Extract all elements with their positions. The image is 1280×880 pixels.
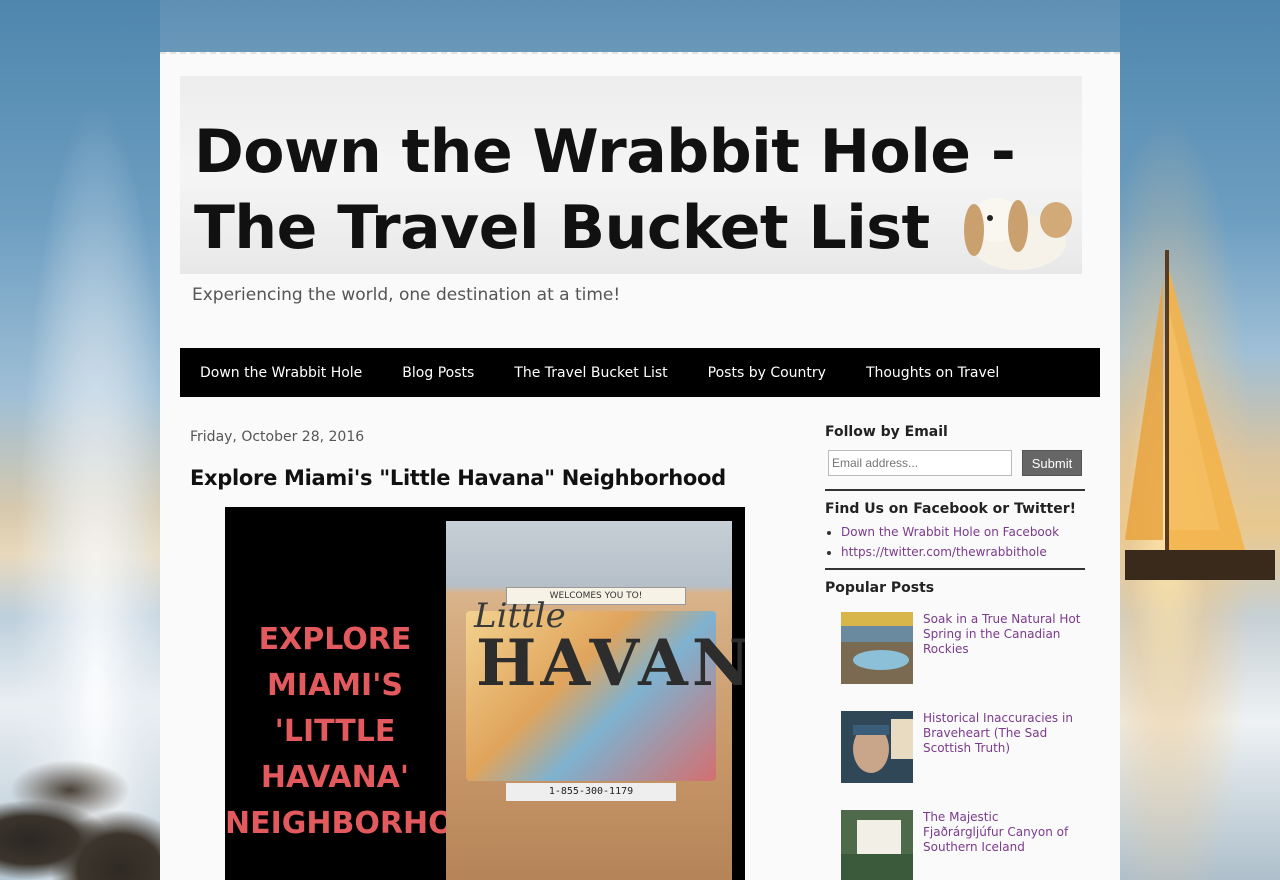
divider xyxy=(825,568,1085,570)
social-links-list: Down the Wrabbit Hole on Facebook https:… xyxy=(825,525,1085,559)
popular-post-link[interactable]: The Majestic Fjaðrárgljúfur Canyon of So… xyxy=(923,810,1081,880)
header-banner: Down the Wrabbit Hole - The Travel Bucke… xyxy=(180,76,1082,274)
nav-item-bucket-list[interactable]: The Travel Bucket List xyxy=(514,365,667,381)
nav-item-thoughts-on-travel[interactable]: Thoughts on Travel xyxy=(866,365,999,381)
social-title: Find Us on Facebook or Twitter! xyxy=(825,501,1076,517)
blog-title-line1: Down the Wrabbit Hole - xyxy=(194,117,1016,187)
list-item: https://twitter.com/thewrabbithole xyxy=(841,545,1085,559)
submit-button[interactable]: Submit xyxy=(1022,450,1082,476)
email-subscribe-form: Submit xyxy=(828,450,1085,476)
post-image-caption: EXPLORE MIAMI'S 'LITTLE HAVANA' NEIGHBOR… xyxy=(225,622,504,841)
email-input[interactable] xyxy=(828,450,1012,476)
main-navbar: Down the Wrabbit Hole Blog Posts The Tra… xyxy=(180,348,1100,397)
list-item: Down the Wrabbit Hole on Facebook xyxy=(841,525,1085,539)
main-card: Down the Wrabbit Hole - The Travel Bucke… xyxy=(160,52,1120,880)
blog-title-line2: The Travel Bucket List xyxy=(194,193,930,263)
post-featured-image[interactable]: EXPLORE MIAMI'S 'LITTLE HAVANA' NEIGHBOR… xyxy=(225,507,745,880)
twitter-link[interactable]: https://twitter.com/thewrabbithole xyxy=(841,545,1047,559)
popular-posts-title: Popular Posts xyxy=(825,580,935,596)
post-date: Friday, October 28, 2016 xyxy=(190,429,365,445)
blog-tagline: Experiencing the world, one destination … xyxy=(192,285,621,305)
sidebar: Follow by Email Submit Find Us on Facebo… xyxy=(825,424,1085,880)
divider xyxy=(825,489,1085,491)
mural-phone: 1-855-300-1179 xyxy=(506,783,676,801)
popular-post-link[interactable]: Historical Inaccuracies in Braveheart (T… xyxy=(923,711,1081,794)
sailboat-image xyxy=(1125,250,1275,580)
popular-post-item[interactable]: Historical Inaccuracies in Braveheart (T… xyxy=(841,711,1085,794)
popular-post-link[interactable]: Soak in a True Natural Hot Spring in the… xyxy=(923,612,1081,695)
follow-by-email-title: Follow by Email xyxy=(825,424,948,440)
popular-post-item[interactable]: Soak in a True Natural Hot Spring in the… xyxy=(841,612,1085,695)
braveheart-thumbnail[interactable] xyxy=(841,711,913,783)
little-havana-mural-photo: WELCOMES YOU TO! Little HAVANA 1-855-300… xyxy=(446,521,745,880)
post-title[interactable]: Explore Miami's "Little Havana" Neighbor… xyxy=(190,466,726,490)
canyon-thumbnail[interactable] xyxy=(841,810,913,880)
blog-title[interactable]: Down the Wrabbit Hole - The Travel Bucke… xyxy=(194,114,1074,266)
mural-havana-text: HAVANA xyxy=(476,626,745,701)
nav-item-posts-by-country[interactable]: Posts by Country xyxy=(708,365,826,381)
facebook-link[interactable]: Down the Wrabbit Hole on Facebook xyxy=(841,525,1059,539)
bunny-image xyxy=(964,198,1072,270)
nav-item-blog-posts[interactable]: Blog Posts xyxy=(402,365,474,381)
popular-post-item[interactable]: The Majestic Fjaðrárgljúfur Canyon of So… xyxy=(841,810,1085,880)
background-rocks xyxy=(0,700,160,880)
hot-spring-thumbnail[interactable] xyxy=(841,612,913,684)
nav-item-home[interactable]: Down the Wrabbit Hole xyxy=(200,365,362,381)
